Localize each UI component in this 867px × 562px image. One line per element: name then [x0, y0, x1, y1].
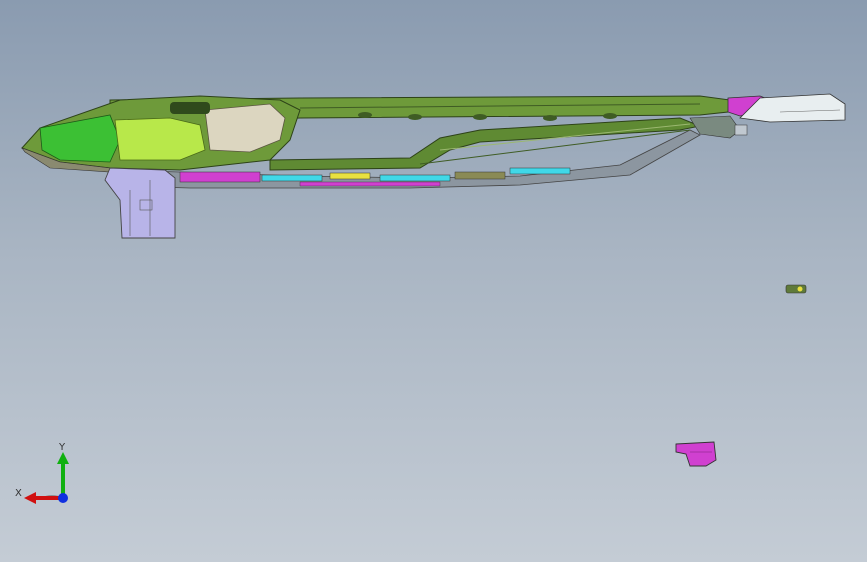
small-clip-part — [785, 284, 807, 294]
front-structure — [21, 95, 301, 173]
olive-part — [454, 171, 506, 180]
lavender-bracket — [104, 167, 176, 239]
bright-green-panel — [39, 114, 121, 163]
axis-triad: Y X — [15, 442, 69, 504]
light-green-panel — [114, 117, 206, 161]
cyan-part-2 — [379, 174, 451, 182]
magenta-strip — [299, 181, 441, 187]
z-axis-dot — [58, 493, 68, 503]
magenta-floating-bracket — [675, 441, 717, 467]
cyan-part-1 — [261, 174, 323, 182]
magenta-bracket-lower — [179, 171, 261, 183]
cad-viewport[interactable]: Y X — [0, 0, 867, 562]
dark-cutout — [170, 102, 210, 114]
x-axis-label: X — [15, 488, 22, 499]
vehicle-frame-model[interactable] — [0, 0, 867, 562]
cyan-part-3 — [509, 167, 571, 175]
yellow-part — [329, 172, 371, 180]
y-axis-label: Y — [58, 442, 66, 453]
